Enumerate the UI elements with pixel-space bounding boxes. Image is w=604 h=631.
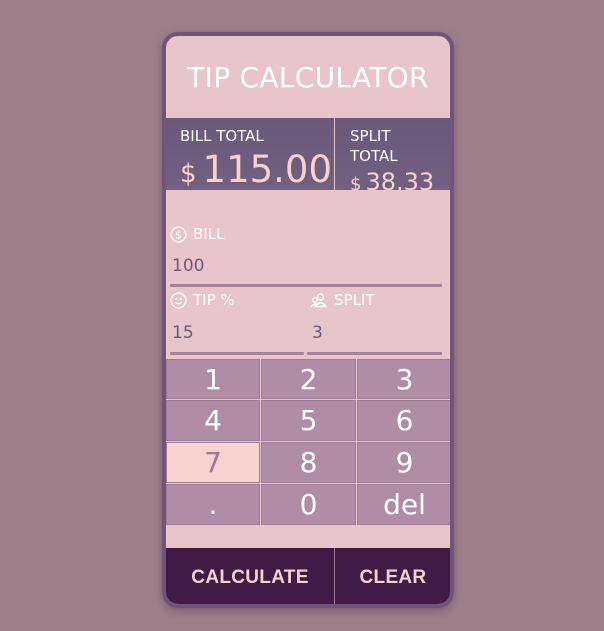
bill-label-text: BILL [193, 225, 225, 243]
split-total-amount: 38.33 [365, 168, 435, 190]
key-1[interactable]: 1 [166, 359, 260, 399]
bill-field-label: $ BILL [170, 224, 224, 244]
split-input-underline [307, 352, 442, 355]
key-2[interactable]: 2 [261, 359, 356, 399]
bill-total-amount: 115.00 [202, 148, 333, 190]
tip-field[interactable]: TIP % 15 [166, 290, 306, 358]
bill-total-panel: BILL TOTAL $115.00 [166, 118, 335, 190]
action-bar: CALCULATE CLEAR [166, 548, 450, 604]
tip-input-underline [170, 352, 304, 355]
key-decimal[interactable]: . [166, 484, 260, 525]
dollar-circle-icon: $ [170, 225, 187, 243]
tip-label-text: TIP % [193, 291, 235, 309]
key-4[interactable]: 4 [166, 400, 260, 441]
split-total-currency: $ [350, 174, 362, 190]
svg-text:$: $ [175, 229, 182, 241]
key-delete[interactable]: del [357, 484, 450, 525]
tip-input[interactable]: 15 [172, 323, 194, 343]
key-3[interactable]: 3 [357, 359, 450, 399]
keypad: 1 2 3 4 5 6 7 8 9 . 0 del [166, 359, 450, 525]
key-6[interactable]: 6 [357, 400, 450, 441]
key-9[interactable]: 9 [357, 442, 450, 483]
split-input[interactable]: 3 [312, 323, 323, 343]
bill-total-label: BILL TOTAL [180, 127, 264, 145]
people-icon [310, 292, 328, 309]
tip-field-label: TIP % [170, 290, 235, 310]
bill-input-underline [170, 284, 442, 287]
split-total-value: $38.33 [350, 168, 434, 190]
key-7[interactable]: 7 [166, 442, 260, 483]
key-5[interactable]: 5 [261, 400, 356, 441]
split-label-text: SPLIT [334, 291, 375, 309]
calculate-button[interactable]: CALCULATE [166, 548, 335, 604]
totals-bar: BILL TOTAL $115.00 SPLIT TOTAL $38.33 [166, 118, 450, 190]
split-total-panel: SPLIT TOTAL $38.33 [335, 118, 450, 190]
app-title: TIP CALCULATOR [187, 60, 429, 94]
split-total-label: SPLIT TOTAL [350, 127, 398, 165]
split-field-label: SPLIT [310, 290, 375, 310]
split-field[interactable]: SPLIT 3 [306, 290, 450, 358]
bill-total-currency: $ [180, 159, 197, 189]
calculator-card: TIP CALCULATOR BILL TOTAL $115.00 SPLIT … [162, 32, 454, 608]
smiley-icon [170, 291, 187, 309]
key-8[interactable]: 8 [261, 442, 356, 483]
bill-field[interactable]: $ BILL 100 [166, 224, 450, 288]
key-0[interactable]: 0 [261, 484, 356, 525]
input-section: $ BILL 100 TIP % 15 SPLIT 3 [166, 190, 450, 358]
bill-total-value: $115.00 [180, 148, 332, 190]
clear-button[interactable]: CLEAR [336, 548, 450, 604]
bill-input[interactable]: 100 [172, 256, 204, 276]
